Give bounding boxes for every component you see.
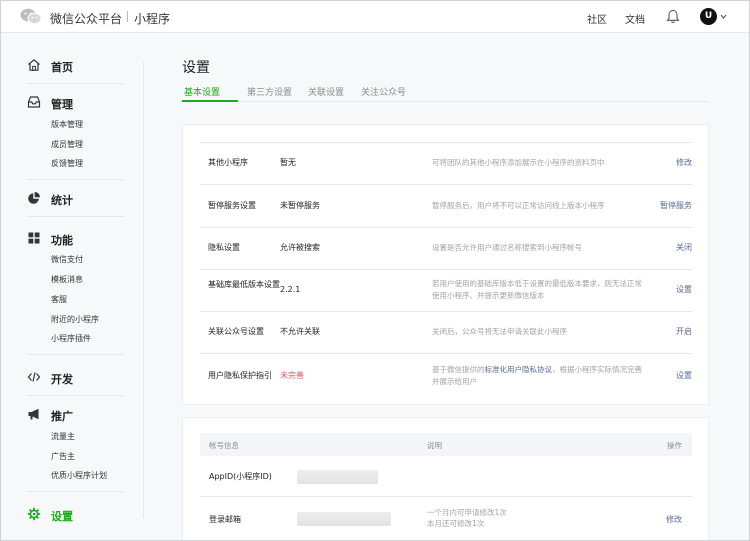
docs-link[interactable]: 文档: [625, 11, 645, 26]
setting-description: 基于微信提供的标准化用户隐私协议，根据小程序实际情况完善并展示给用户: [432, 365, 642, 386]
appid-value-redacted: [297, 470, 378, 484]
setting-label: 其他小程序: [208, 158, 248, 167]
email-value-redacted: [297, 512, 391, 526]
bell-icon[interactable]: [666, 9, 680, 24]
column-header: 操作: [667, 441, 682, 450]
setting-description: 关闭后，公众号将无法申请关联此小程序: [432, 327, 567, 336]
account-label: 登录邮箱: [209, 515, 241, 524]
setting-description: 设置是否允许用户通过名称搜索到小程序帐号: [432, 243, 582, 252]
sidebar-item-feedback[interactable]: 反馈管理: [51, 158, 83, 169]
sidebar-divider: [27, 491, 124, 492]
setting-value: 未暂停服务: [280, 201, 320, 210]
setting-description: 若用户使用的基础库版本低于设置的最低版本要求，则无法正常使用小程序、并提示更新微…: [432, 279, 642, 300]
setting-label: 用户隐私保护指引: [208, 371, 272, 380]
sidebar-item-settings[interactable]: 设置: [51, 508, 73, 524]
tab-third-party-settings[interactable]: 第三方设置: [247, 85, 292, 98]
settings-row-min-library-version: 基础库最低版本设置 2.2.1 若用户使用的基础库版本低于设置的最低版本要求，则…: [200, 270, 692, 312]
sidebar-border: [143, 62, 144, 518]
brand-divider: [127, 11, 128, 22]
sidebar-divider: [27, 395, 124, 396]
avatar[interactable]: U: [700, 8, 717, 25]
sidebar-divider: [27, 354, 124, 355]
account-table-header: 帐号信息 说明 操作: [200, 433, 692, 456]
page-title: 设置: [182, 60, 210, 76]
inbox-icon: [27, 96, 41, 108]
community-link[interactable]: 社区: [587, 11, 607, 26]
settings-row-pause-service: 暂停服务设置 未暂停服务 暂停服务后，用户将不可以正常访问线上版本小程序 暂停服…: [200, 185, 692, 228]
pause-service-button[interactable]: 暂停服务: [660, 200, 692, 211]
sidebar-item-nearby[interactable]: 附近的小程序: [51, 314, 99, 325]
tab-association-settings[interactable]: 关联设置: [308, 85, 344, 98]
settings-row-user-privacy-guide: 用户隐私保护指引 未完善 基于微信提供的标准化用户隐私协议，根据小程序实际情况完…: [200, 354, 692, 398]
setting-description: 可将团队的其他小程序添加展示在小程序的资料页中: [432, 158, 605, 167]
edit-other-miniprograms-button[interactable]: 修改: [676, 157, 692, 168]
privacy-agreement-link[interactable]: 标准化用户隐私协议: [485, 365, 553, 374]
status-badge: 未完善: [280, 371, 304, 380]
sidebar-item-home[interactable]: 首页: [51, 59, 73, 75]
sidebar: 首页 管理 版本管理 成员管理 反馈管理 统计 功能 微信支付 模板消息 客服 …: [0, 34, 145, 541]
table-row: AppID(小程序ID): [200, 456, 692, 497]
enable-link-button[interactable]: 开启: [676, 326, 692, 337]
brand-title[interactable]: 微信公众平台: [50, 10, 122, 27]
product-title: 小程序: [134, 12, 171, 26]
megaphone-icon: [28, 408, 39, 420]
setting-value: 允许被搜索: [280, 243, 320, 252]
setting-label: 隐私设置: [208, 243, 240, 252]
sidebar-item-promote[interactable]: 推广: [51, 408, 73, 424]
wechat-logo-icon: [20, 8, 42, 25]
disable-search-button[interactable]: 关闭: [676, 242, 692, 253]
account-label: AppID(小程序ID): [209, 472, 272, 481]
sidebar-item-advertiser[interactable]: 广告主: [51, 451, 75, 462]
sidebar-item-quality-plan[interactable]: 优质小程序计划: [51, 470, 107, 481]
code-icon: [27, 372, 41, 382]
settings-row-link-official-account: 关联公众号设置 不允许关联 关闭后，公众号将无法申请关联此小程序 开启: [200, 312, 692, 354]
setting-label: 关联公众号设置: [208, 327, 264, 336]
chevron-down-icon[interactable]: [720, 13, 727, 20]
sidebar-item-traffic-owner[interactable]: 流量主: [51, 431, 75, 442]
settings-tabs: 基本设置 第三方设置 关联设置 关注公众号: [182, 80, 709, 102]
edit-email-button[interactable]: 修改: [666, 514, 682, 525]
settings-row-privacy: 隐私设置 允许被搜索 设置是否允许用户通过名称搜索到小程序帐号 关闭: [200, 228, 692, 270]
gear-icon: [27, 507, 41, 521]
tab-basic-settings[interactable]: 基本设置: [184, 85, 220, 98]
tab-follow-official-account[interactable]: 关注公众号: [361, 85, 406, 98]
column-header: 说明: [427, 441, 442, 450]
account-description: 本月还可修改1次: [427, 519, 485, 528]
sidebar-divider: [27, 83, 124, 84]
sidebar-item-features[interactable]: 功能: [51, 232, 73, 248]
sidebar-item-customer-service[interactable]: 客服: [51, 294, 67, 305]
basic-settings-card: 其他小程序 暂无 可将团队的其他小程序添加展示在小程序的资料页中 修改 暂停服务…: [182, 124, 709, 405]
account-info-card: 帐号信息 说明 操作 AppID(小程序ID) 登录邮箱 一个月内可申请修改1次…: [182, 417, 709, 541]
pie-chart-icon: [28, 192, 40, 204]
setting-value: 暂无: [280, 158, 296, 167]
grid-icon: [28, 232, 40, 244]
active-tab-indicator: [182, 100, 238, 102]
column-header: 帐号信息: [209, 441, 239, 450]
setting-label: 暂停服务设置: [208, 201, 256, 210]
setting-value: 不允许关联: [280, 327, 320, 336]
top-bar: 微信公众平台 小程序 社区 文档 U: [0, 0, 750, 33]
sidebar-item-stats[interactable]: 统计: [51, 192, 73, 208]
sidebar-item-template-msg[interactable]: 模板消息: [51, 274, 83, 285]
settings-row-other-miniprograms: 其他小程序 暂无 可将团队的其他小程序添加展示在小程序的资料页中 修改: [200, 143, 692, 185]
sidebar-divider: [27, 216, 124, 217]
sidebar-item-plugins[interactable]: 小程序插件: [51, 333, 91, 344]
sidebar-item-members[interactable]: 成员管理: [51, 139, 83, 150]
home-icon: [28, 59, 40, 71]
table-row: 登录邮箱 一个月内可申请修改1次 本月还可修改1次 修改: [200, 497, 692, 541]
sidebar-item-develop[interactable]: 开发: [51, 371, 73, 387]
sidebar-item-manage[interactable]: 管理: [51, 96, 73, 112]
setting-description: 暂停服务后，用户将不可以正常访问线上版本小程序: [432, 201, 605, 210]
set-privacy-guide-button[interactable]: 设置: [676, 370, 692, 381]
setting-value: 2.2.1: [280, 285, 301, 294]
account-description: 一个月内可申请修改1次: [427, 508, 507, 517]
sidebar-item-wechat-pay[interactable]: 微信支付: [51, 254, 83, 265]
setting-label: 基础库最低版本设置: [208, 280, 280, 289]
set-min-version-button[interactable]: 设置: [676, 284, 692, 295]
sidebar-divider: [27, 179, 124, 180]
sidebar-item-version[interactable]: 版本管理: [51, 119, 83, 130]
